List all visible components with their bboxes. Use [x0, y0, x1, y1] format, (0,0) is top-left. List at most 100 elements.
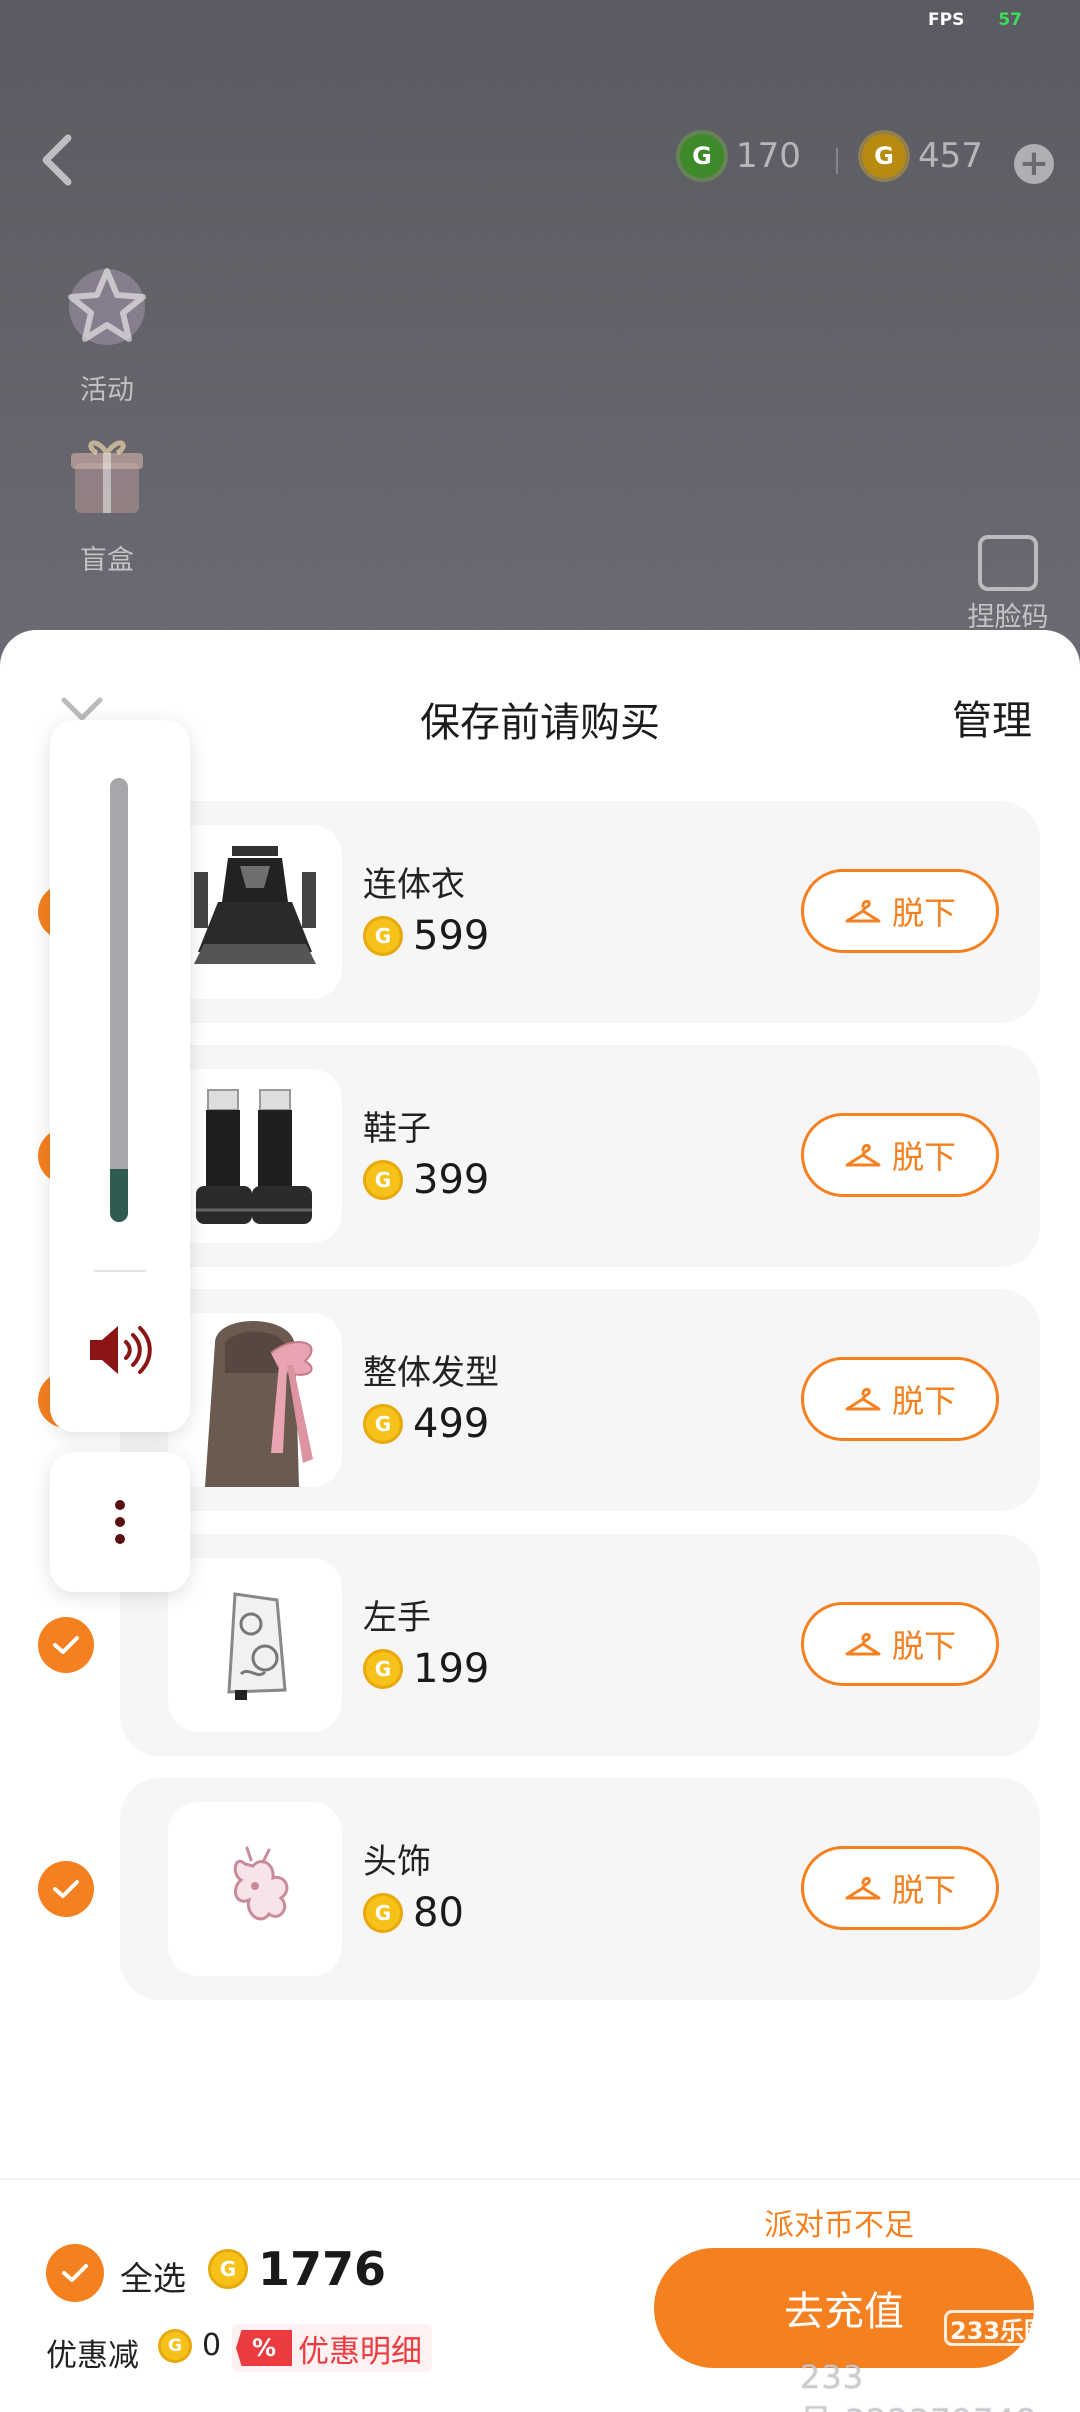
- item-name: 连体衣: [363, 865, 465, 905]
- item-name: 鞋子: [363, 1109, 431, 1149]
- check-icon: [62, 2264, 88, 2282]
- speaker-icon: [90, 1326, 152, 1374]
- gift-box-icon: [71, 440, 143, 513]
- hanger-icon: [845, 1632, 881, 1656]
- item-price: G 199: [363, 1646, 489, 1692]
- take-off-button[interactable]: 脱下: [801, 1357, 999, 1441]
- gold-currency-value: 457: [918, 136, 983, 176]
- recharge-button[interactable]: 去充值: [654, 2248, 1034, 2368]
- item-price-value: 499: [413, 1401, 490, 1447]
- take-off-label: 脱下: [891, 1871, 956, 1909]
- take-off-label: 脱下: [891, 1627, 956, 1665]
- take-off-button[interactable]: 脱下: [801, 1113, 999, 1197]
- select-all-label[interactable]: 全选: [120, 2252, 186, 2300]
- item-name: 左手: [363, 1598, 431, 1638]
- discount-label: 优惠减: [46, 2338, 139, 2374]
- insufficient-notice: 派对币不足: [764, 2208, 914, 2243]
- discount-detail-label: 优惠明细: [298, 2333, 422, 2370]
- blindbox-entry[interactable]: 盲盒: [52, 425, 162, 577]
- item-price: G 399: [363, 1157, 489, 1203]
- manage-button[interactable]: 管理: [952, 688, 1032, 746]
- check-icon: [53, 1636, 79, 1654]
- item-name: 整体发型: [363, 1353, 499, 1393]
- currency-divider: [836, 148, 838, 174]
- select-all-checkbox[interactable]: [46, 2244, 104, 2302]
- list-item: 头饰 G 80 脱下: [0, 1778, 1080, 2000]
- back-button[interactable]: [36, 130, 80, 190]
- left-hand-item-icon: [227, 1592, 287, 1700]
- take-off-button[interactable]: 脱下: [801, 1846, 999, 1930]
- check-icon: [53, 1880, 79, 1898]
- take-off-label: 脱下: [891, 894, 956, 932]
- volume-divider: [94, 1270, 146, 1272]
- face-code-entry[interactable]: 捏脸码: [958, 535, 1058, 634]
- fps-counter: FPS 57: [928, 10, 1022, 30]
- item-thumbnail: [168, 825, 342, 999]
- item-checkbox[interactable]: [38, 1617, 94, 1673]
- green-coin-icon: G: [680, 134, 724, 178]
- hanger-icon: [845, 899, 881, 923]
- item-price-value: 599: [413, 913, 490, 959]
- fps-value: 57: [998, 10, 1022, 30]
- total-price: G 1776: [208, 2242, 386, 2296]
- activity-entry[interactable]: 活动: [52, 255, 162, 407]
- percent-badge-icon: %: [236, 2330, 292, 2366]
- volume-panel: [50, 720, 190, 1432]
- more-options-button[interactable]: [50, 1452, 190, 1592]
- item-card[interactable]: 左手 G 199 脱下: [120, 1534, 1040, 1756]
- boots-icon: [196, 1089, 312, 1224]
- gold-coin-icon: G: [862, 134, 906, 178]
- total-price-value: 1776: [258, 2242, 387, 2296]
- item-thumbnail: [168, 1069, 342, 1243]
- watermark-id: 233号:322379748: [800, 2358, 1036, 2412]
- volume-level: [110, 1168, 128, 1222]
- item-card[interactable]: 整体发型 G 499 脱下: [120, 1289, 1040, 1511]
- face-code-icon: [978, 535, 1038, 591]
- coin-icon: G: [363, 1649, 403, 1689]
- take-off-button[interactable]: 脱下: [801, 869, 999, 953]
- hanger-icon: [845, 1143, 881, 1167]
- green-currency: G 170: [680, 134, 801, 178]
- hairstyle-icon: [205, 1320, 313, 1487]
- discount-detail-button[interactable]: % 优惠明细: [232, 2324, 432, 2372]
- discount-amount: G 0: [158, 2328, 221, 2363]
- coin-icon: G: [208, 2249, 248, 2289]
- chevron-left-icon: [42, 134, 72, 186]
- coin-icon: G: [158, 2328, 192, 2363]
- fps-label: FPS: [928, 10, 965, 30]
- more-vertical-icon: [115, 1517, 125, 1527]
- item-price: G 599: [363, 913, 489, 959]
- item-card[interactable]: 鞋子 G 399 脱下: [120, 1045, 1040, 1267]
- more-vertical-icon: [115, 1500, 125, 1510]
- star-badge-icon: [68, 268, 146, 345]
- activity-label: 活动: [80, 375, 134, 406]
- item-card[interactable]: 连体衣 G 599 脱下: [120, 801, 1040, 1023]
- checkout-bar: 派对币不足 全选 G 1776 优惠减 G 0 % 优惠明细 去充值 233乐园…: [0, 2178, 1080, 2412]
- mute-button[interactable]: [86, 1320, 156, 1380]
- volume-slider[interactable]: [110, 778, 128, 1222]
- item-price: G 80: [363, 1890, 464, 1936]
- item-name: 头饰: [363, 1842, 431, 1882]
- headpiece-icon: [233, 1846, 289, 1921]
- jumpsuit-icon: [194, 846, 316, 964]
- item-checkbox[interactable]: [38, 1861, 94, 1917]
- take-off-button[interactable]: 脱下: [801, 1602, 999, 1686]
- coin-icon: G: [363, 916, 403, 956]
- take-off-label: 脱下: [891, 1382, 956, 1420]
- hanger-icon: [845, 1876, 881, 1900]
- face-code-label: 捏脸码: [967, 602, 1049, 633]
- item-card[interactable]: 头饰 G 80 脱下: [120, 1778, 1040, 2000]
- item-price-value: 399: [413, 1157, 490, 1203]
- item-price-value: 199: [413, 1646, 490, 1692]
- discount-value: 0: [202, 2328, 222, 2363]
- hanger-icon: [845, 1387, 881, 1411]
- add-currency-button[interactable]: +: [1014, 144, 1054, 184]
- blindbox-label: 盲盒: [80, 545, 134, 576]
- watermark-logo: 233乐园: [944, 2310, 1054, 2346]
- take-off-label: 脱下: [891, 1138, 956, 1176]
- item-thumbnail: [168, 1313, 342, 1487]
- item-thumbnail: [168, 1802, 342, 1976]
- item-price-value: 80: [413, 1890, 464, 1936]
- item-thumbnail: [168, 1558, 342, 1732]
- item-price: G 499: [363, 1401, 489, 1447]
